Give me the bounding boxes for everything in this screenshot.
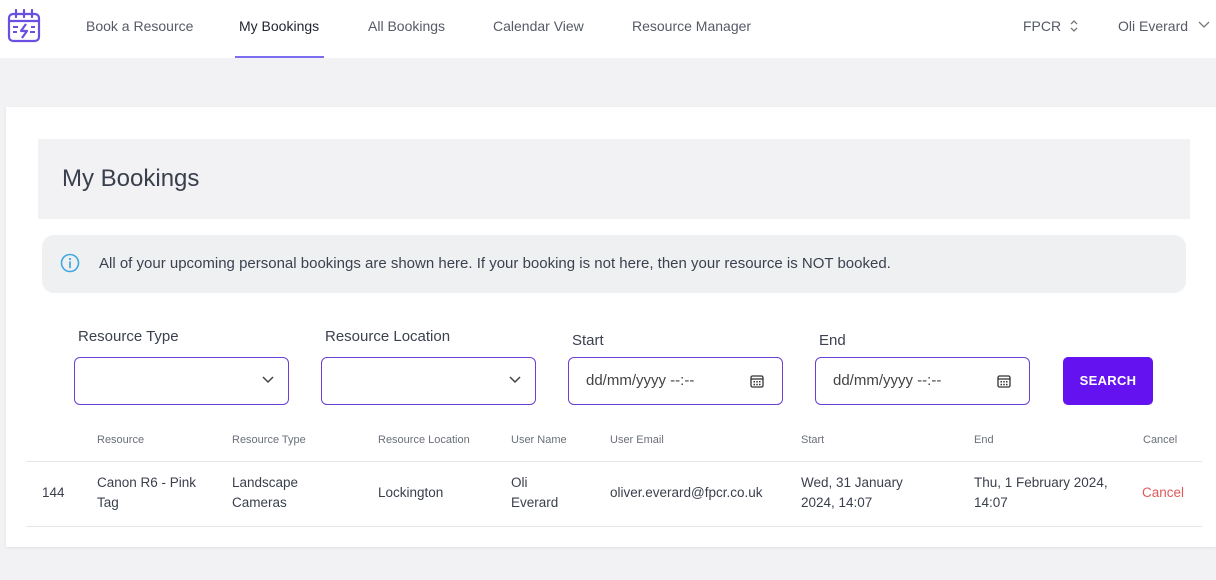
cell-user-email: oliver.everard@fpcr.co.uk — [610, 485, 763, 500]
active-tab-indicator — [235, 56, 324, 58]
cancel-booking-link[interactable]: Cancel — [1142, 483, 1184, 503]
start-label: Start — [572, 332, 604, 349]
calendar-bolt-logo-icon[interactable] — [6, 8, 42, 43]
info-message: All of your upcoming personal bookings a… — [99, 255, 891, 272]
org-name: FPCR — [1023, 18, 1062, 34]
cell-start: Wed, 31 January 2024, 14:07 — [801, 475, 903, 510]
cell-resource-type: Landscape Cameras — [232, 475, 299, 510]
calendar-icon[interactable] — [997, 374, 1011, 388]
cell-id: 144 — [42, 485, 65, 500]
col-header-resource-location[interactable]: Resource Location — [378, 434, 470, 446]
col-header-cancel: Cancel — [1143, 434, 1178, 446]
end-datetime-input[interactable]: dd/mm/yyyy --:-- — [815, 357, 1030, 405]
top-nav-bar: Book a Resource My Bookings All Bookings… — [0, 0, 1216, 58]
resource-type-select[interactable] — [74, 357, 289, 405]
nav-resource-manager[interactable]: Resource Manager — [632, 0, 751, 58]
search-button[interactable]: SEARCH — [1063, 357, 1153, 405]
page-header: My Bookings — [38, 139, 1190, 219]
chevron-down-icon — [1198, 21, 1210, 28]
nav-book-a-resource[interactable]: Book a Resource — [86, 0, 193, 58]
cell-end: Thu, 1 February 2024, 14:07 — [974, 475, 1108, 510]
up-down-chevron-icon — [1070, 20, 1078, 32]
chevron-down-icon — [262, 376, 274, 384]
page-title: My Bookings — [62, 165, 200, 192]
col-header-start[interactable]: Start — [801, 434, 824, 446]
cell-user-name: Oli Everard — [511, 475, 559, 510]
end-datetime-placeholder: dd/mm/yyyy --:-- — [833, 372, 942, 389]
table-header-divider — [26, 461, 1202, 462]
nav-all-bookings[interactable]: All Bookings — [368, 0, 445, 58]
table-row-divider — [26, 526, 1202, 527]
org-switcher[interactable]: FPCR — [1023, 0, 1083, 52]
info-icon — [60, 253, 80, 273]
col-header-user-email[interactable]: User Email — [610, 434, 664, 446]
cell-resource-location: Lockington — [378, 485, 444, 500]
resource-type-label: Resource Type — [78, 328, 179, 345]
user-name: Oli Everard — [1118, 18, 1189, 34]
col-header-resource-type[interactable]: Resource Type — [232, 434, 306, 446]
nav-calendar-view[interactable]: Calendar View — [493, 0, 584, 58]
user-menu[interactable]: Oli Everard — [1118, 0, 1213, 52]
end-label: End — [819, 332, 846, 349]
start-datetime-input[interactable]: dd/mm/yyyy --:-- — [568, 357, 783, 405]
nav-my-bookings[interactable]: My Bookings — [239, 0, 319, 58]
resource-location-label: Resource Location — [325, 328, 451, 345]
start-datetime-placeholder: dd/mm/yyyy --:-- — [586, 372, 695, 389]
cell-resource: Canon R6 - Pink Tag — [97, 475, 197, 510]
col-header-resource[interactable]: Resource — [97, 434, 144, 446]
info-alert: All of your upcoming personal bookings a… — [42, 235, 1186, 293]
col-header-user-name[interactable]: User Name — [511, 434, 567, 446]
my-bookings-card: My Bookings All of your upcoming persona… — [6, 107, 1216, 547]
chevron-down-icon — [509, 376, 521, 384]
resource-location-select[interactable] — [321, 357, 536, 405]
col-header-end[interactable]: End — [974, 434, 994, 446]
calendar-icon[interactable] — [750, 374, 764, 388]
